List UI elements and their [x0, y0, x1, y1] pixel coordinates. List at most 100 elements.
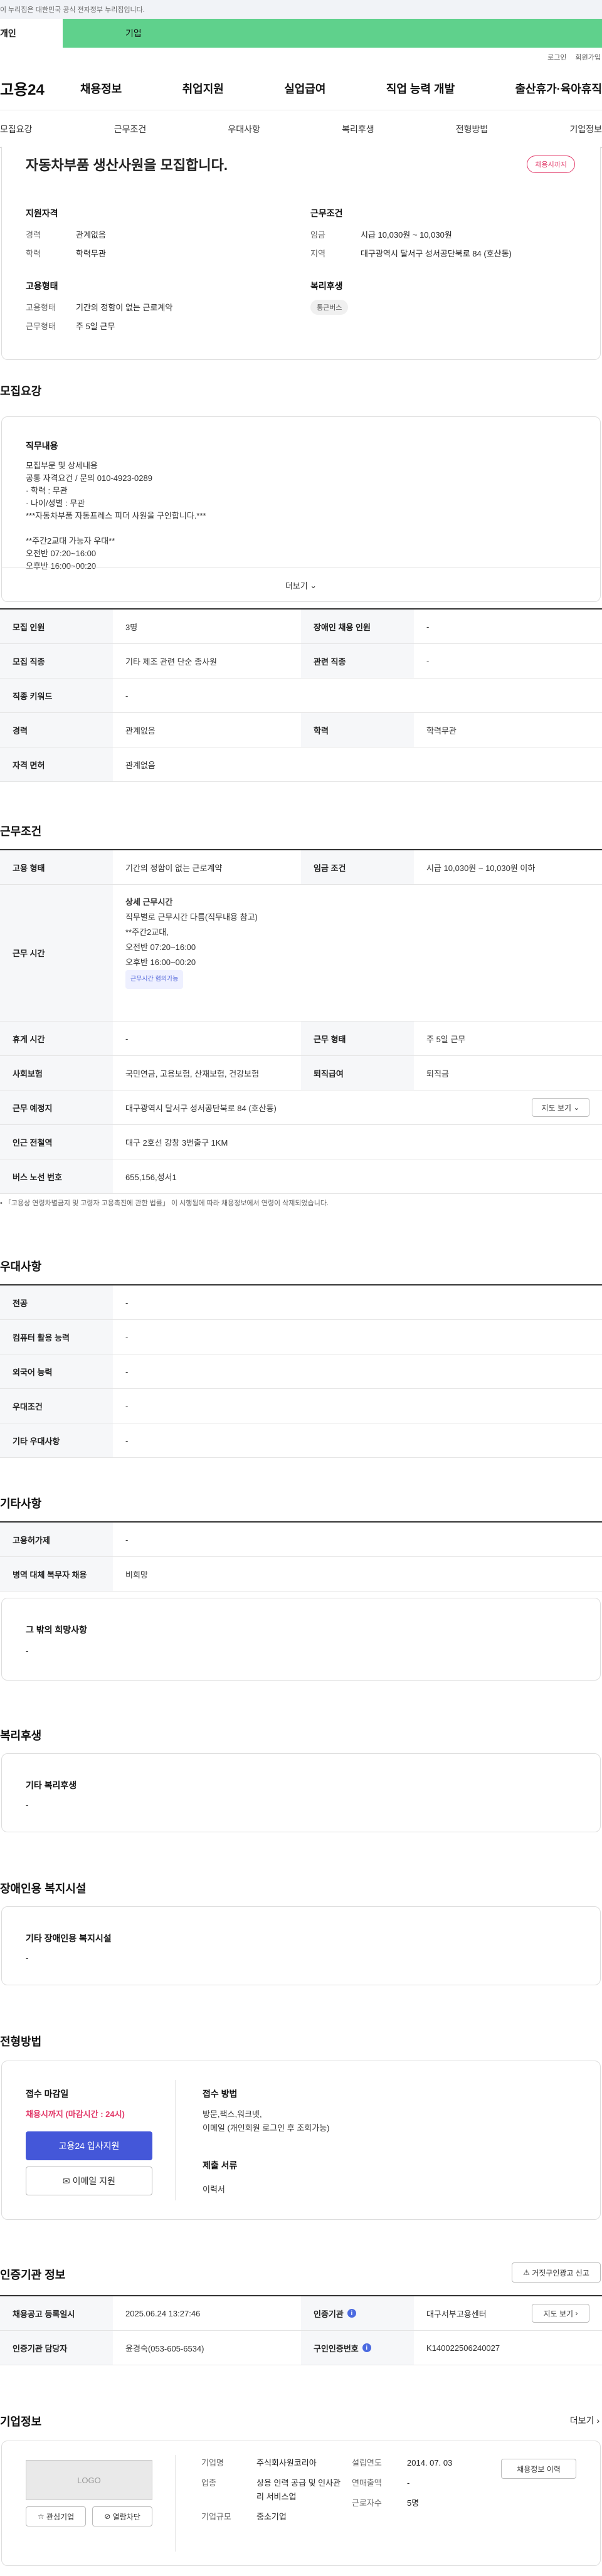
method-value: 이메일 (개인회원 로그인 후 조회가능) — [203, 2123, 330, 2133]
cert-section: 인증기관 정보 ⚠ 거짓구인광고 신고 — [0, 2262, 602, 2291]
apply-button[interactable]: 고용24 입사지원 — [26, 2131, 152, 2160]
gnb-unemployment-benefit[interactable]: 실업급여 — [284, 80, 325, 97]
map-button[interactable]: 지도 보기 ⌄ — [532, 1098, 589, 1117]
favorite-label: 관심기업 — [46, 2512, 75, 2521]
block-icon: ⊘ — [104, 2512, 111, 2521]
email-apply-button[interactable]: ✉ 이메일 지원 — [26, 2167, 152, 2195]
job-desc-line: 공통 자격요건 / 문의 010-4923-0289 — [26, 473, 152, 483]
signup-link[interactable]: 회원가입 — [576, 52, 601, 62]
report-fake-ad-button[interactable]: ⚠ 거짓구인광고 신고 — [512, 2262, 601, 2283]
etc-box-heading: 그 밖의 희망사항 — [26, 1625, 87, 1635]
time-line: 직무별로 근무시간 다름(직무내용 참고) — [125, 912, 258, 922]
table-cell: 대구 2호선 강창 3번출구 1KM — [125, 1138, 228, 1148]
cert-map-button[interactable]: 지도 보기 › — [532, 2304, 589, 2323]
table-cell: - — [426, 621, 430, 631]
table-header: 근무 형태 — [301, 1021, 414, 1055]
gnb-jobs[interactable]: 채용정보 — [80, 80, 122, 97]
table-header: 모집 직종 — [0, 644, 113, 678]
lnb-pref[interactable]: 우대사항 — [228, 123, 260, 135]
table-cell: 학력무관 — [426, 726, 457, 736]
job-desc-heading: 직무내용 — [26, 441, 58, 451]
tab-company[interactable]: 기업 — [63, 19, 602, 48]
emp-value: 기간의 정함이 없는 근로계약 — [76, 303, 173, 312]
summary-card: 자동차부품 생산사원을 모집합니다. 채용시까지 지원자격 경력 관계없음 학력 학… — [1, 147, 601, 360]
lnb-process[interactable]: 전형방법 — [456, 123, 488, 135]
deadline-badge: 채용시까지 — [527, 156, 575, 173]
etc-table: 고용허가제 - 병역 대체 복무자 채용 비희망 — [0, 1521, 602, 1592]
gnb-parental-leave[interactable]: 출산휴가·육아휴직 — [515, 80, 602, 97]
table-header: 근무 예정지 — [0, 1090, 113, 1124]
etc-box: 그 밖의 희망사항 - — [1, 1598, 601, 1681]
report-icon: ⚠ — [523, 2268, 530, 2277]
gnb-employment-support[interactable]: 취업지원 — [182, 80, 224, 97]
lnb-company[interactable]: 기업정보 — [569, 123, 602, 135]
table-header: 전공 — [0, 1285, 113, 1319]
job-title: 자동차부품 생산사원을 모집합니다. — [26, 157, 228, 173]
chevron-right-icon: › — [575, 2309, 578, 2318]
gov-banner: 이 누리집은 대한민국 공식 전자정부 누리집입니다. — [0, 0, 602, 19]
company-field-label: 기업명 — [201, 2458, 224, 2468]
divider — [175, 2455, 176, 2552]
table-cell: - — [125, 1435, 129, 1445]
company-field-value: - — [407, 2478, 410, 2488]
more-label: 더보기 — [285, 581, 308, 591]
job-desc-line: · 학력 : 무관 — [26, 486, 68, 495]
qual-value: 학력무관 — [76, 249, 106, 258]
time-negotiable-tag: 근무시간 협의가능 — [125, 970, 184, 989]
job-desc-line: 오전반 07:20~16:00 — [26, 549, 97, 558]
more-button[interactable]: 더보기 ⌄ — [2, 567, 600, 603]
company-field-label: 연매출액 — [352, 2478, 382, 2488]
recruit-section: 모집요강 — [0, 383, 602, 399]
user-tabs: 개인 기업 — [0, 19, 602, 48]
info-icon[interactable]: i — [347, 2309, 356, 2318]
company-field-label: 근로자수 — [352, 2498, 382, 2508]
docs-value: 이력서 — [203, 2185, 225, 2194]
table-header: 경력 — [0, 713, 113, 747]
mail-icon: ✉ — [63, 2175, 70, 2186]
table-header: 학력 — [301, 713, 414, 747]
cert-number-label: 구인인증번호 — [314, 2343, 359, 2353]
welfare-section: 복리후생 — [0, 1727, 602, 1743]
cert-table: 채용공고 등록일시 2025.06.24 13:27:46 인증기관 i 대구서부고용센… — [0, 2295, 602, 2365]
tab-personal[interactable]: 개인 — [0, 19, 63, 48]
disab-box-value: - — [26, 1953, 29, 1963]
table-header: 사회보험 — [0, 1056, 113, 1090]
job-desc-line: **주간2교대 가능자 우대** — [26, 536, 115, 546]
job-desc-line: ***자동차부품 자동프레스 피더 사원을 구인합니다.*** — [26, 511, 206, 520]
table-header: 병역 대체 복무자 채용 — [0, 1557, 113, 1591]
cert-agency-label: 인증기관 — [314, 2309, 344, 2319]
table-header: 기타 우대사항 — [0, 1423, 113, 1457]
util-links: 로그인 회원가입 — [0, 48, 602, 66]
chevron-down-icon: ⌄ — [573, 1103, 580, 1112]
pref-table: 전공 - 컴퓨터 활용 능력 - 외국어 능력 - 우대조건 - 기타 우대사항 - — [0, 1284, 602, 1458]
favorite-company-button[interactable]: ☆ 관심기업 — [26, 2506, 86, 2526]
work-heading: 근무조건 — [0, 825, 42, 838]
lnb-recruit[interactable]: 모집요강 — [0, 123, 33, 135]
table-cell: 기타 제조 관련 단순 종사원 — [125, 657, 218, 667]
table-header: 장애인 채용 인원 — [301, 610, 414, 643]
lnb-work[interactable]: 근무조건 — [114, 123, 147, 135]
lnb-welfare[interactable]: 복리후생 — [342, 123, 374, 135]
table-cell: 시급 10,030원 ~ 10,030원 이하 — [426, 863, 536, 873]
company-more-link[interactable]: 더보기 › — [570, 2414, 599, 2427]
company-field-label: 기업규모 — [201, 2512, 231, 2521]
process-section: 전형방법 — [0, 2033, 602, 2049]
info-icon[interactable]: i — [362, 2343, 371, 2352]
block-company-button[interactable]: ⊘ 열람차단 — [92, 2506, 152, 2526]
recruit-table: 모집 인원 3명 장애인 채용 인원 - 모집 직종 기타 제조 관련 단순 종사원 관련… — [0, 608, 602, 782]
site-logo[interactable]: 고용24 — [0, 77, 80, 99]
deadline-value: 채용시까지 (마감시간 : 24시) — [26, 2109, 125, 2119]
table-cell: 3명 — [125, 622, 138, 632]
job-history-button[interactable]: 채용정보 이력 — [501, 2459, 576, 2479]
table-cell: - — [125, 690, 129, 700]
table-header: 우대조건 — [0, 1389, 113, 1423]
login-link[interactable]: 로그인 — [547, 52, 566, 62]
cond-value: 대구광역시 달서구 성서공단북로 84 (호산동) — [361, 249, 512, 258]
table-cell: 655,156,성서1 — [125, 1172, 177, 1182]
company-heading: 기업정보 — [0, 2415, 42, 2428]
etc-heading: 기타사항 — [0, 1497, 42, 1510]
time-line: 오후반 16:00~00:20 — [125, 958, 196, 967]
table-cell: 기간의 정함이 없는 근로계약 — [125, 863, 223, 873]
gnb-vocational-training[interactable]: 직업 능력 개발 — [386, 80, 455, 97]
disab-box: 기타 장애인용 복지시설 - — [1, 1906, 601, 1985]
